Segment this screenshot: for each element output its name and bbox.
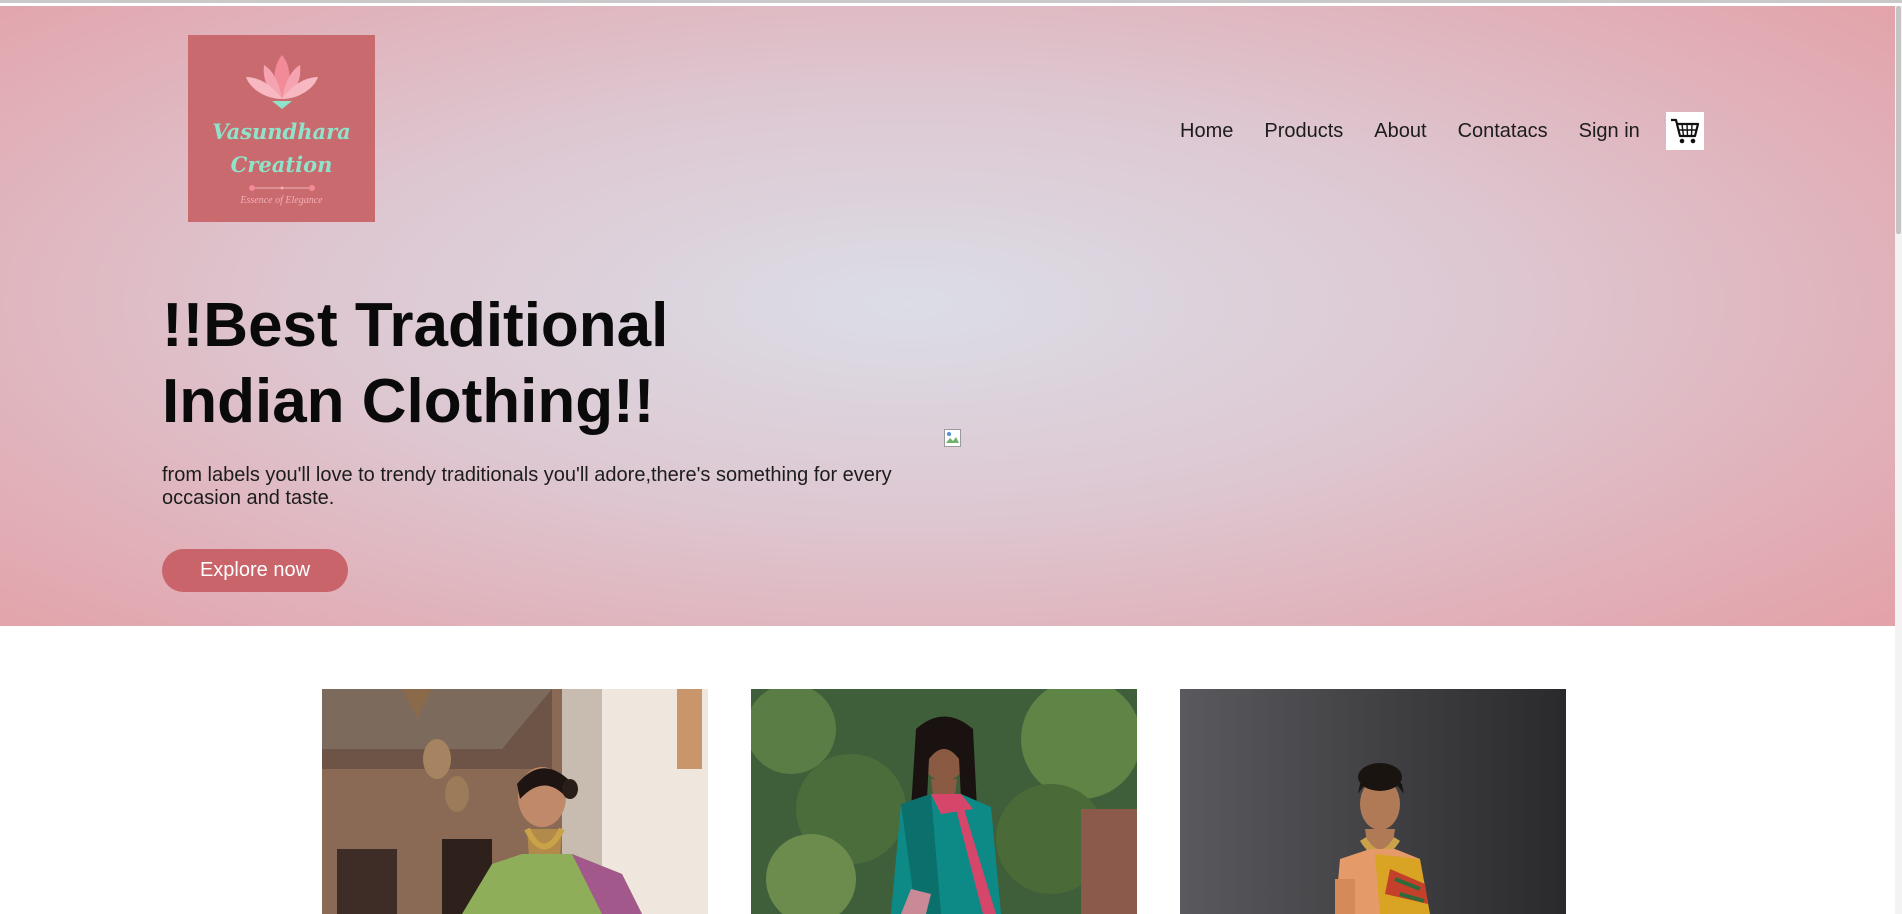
nav-home[interactable]: Home [1180, 113, 1233, 149]
product-gallery [0, 689, 1895, 914]
shopping-cart-icon [1670, 118, 1699, 144]
nav-products[interactable]: Products [1264, 113, 1343, 149]
brand-name-line1: Vasundhara [212, 119, 351, 144]
scrollbar-thumb[interactable] [1896, 6, 1901, 234]
broken-image-icon [944, 429, 961, 447]
explore-now-button[interactable]: Explore now [162, 549, 348, 592]
divider-ornament-icon [248, 185, 315, 191]
hero-section: Vasundhara Creation Essence of Elegance … [0, 6, 1895, 626]
product-image-2[interactable] [751, 689, 1137, 914]
product-image-3[interactable] [1180, 689, 1566, 914]
lotus-icon [245, 55, 318, 109]
cart-button[interactable] [1665, 112, 1704, 150]
page-scrollbar[interactable] [1895, 6, 1902, 914]
hero-headline-line2: Indian Clothing!! [162, 367, 655, 436]
nav-sign-in[interactable]: Sign in [1579, 113, 1640, 149]
brand-tagline: Essence of Elegance [240, 195, 323, 206]
hero-headline: !!Best Traditional Indian Clothing!! [162, 288, 668, 440]
brand-logo[interactable]: Vasundhara Creation Essence of Elegance [188, 35, 375, 222]
hero-headline-line1: !!Best Traditional [162, 291, 669, 360]
hero-subtext: from labels you'll love to trendy tradit… [162, 464, 892, 509]
brand-name-line2: Creation [230, 152, 333, 177]
nav-about[interactable]: About [1374, 113, 1426, 149]
nav-contacts[interactable]: Contatacs [1458, 113, 1548, 149]
main-nav: Home Products About Contatacs Sign in [1180, 112, 1704, 150]
product-image-1[interactable] [322, 689, 708, 914]
